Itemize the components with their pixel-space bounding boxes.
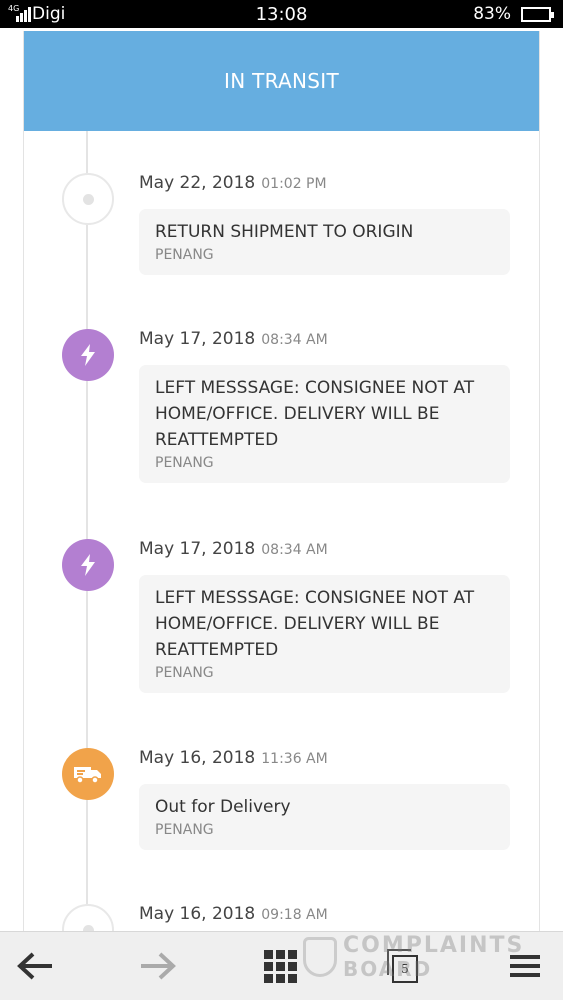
dot-icon: [62, 173, 114, 225]
back-arrow-icon[interactable]: [5, 942, 65, 990]
tabs-button[interactable]: 5: [374, 942, 434, 990]
tab-count: 5: [401, 962, 409, 976]
grid-icon[interactable]: [250, 942, 310, 990]
status-bar: 4G Digi 13:08 83%: [0, 0, 563, 28]
event-time: 01:02 PM: [261, 176, 327, 192]
event-message: LEFT MESSSAGE: CONSIGNEE NOT AT HOME/OFF…: [155, 588, 475, 660]
event-time: 08:34 AM: [261, 542, 328, 558]
browser-toolbar: 5: [0, 931, 563, 1000]
event-date: May 17, 2018: [139, 329, 256, 349]
event-location: PENANG: [155, 247, 214, 263]
event-datetime: May 16, 2018 09:18 AM: [139, 904, 328, 924]
event-time: 11:36 AM: [261, 751, 328, 767]
event-datetime: May 17, 2018 08:34 AM: [139, 329, 328, 349]
status-title: IN TRANSIT: [224, 69, 339, 93]
event-location: PENANG: [155, 665, 214, 681]
delivery-truck-icon: [62, 748, 114, 800]
event-date: May 22, 2018: [139, 173, 256, 193]
event-details: Out for Delivery PENANG: [139, 784, 510, 850]
event-location: PENANG: [155, 822, 214, 838]
event-datetime: May 17, 2018 08:34 AM: [139, 539, 328, 559]
event-datetime: May 16, 2018 11:36 AM: [139, 748, 328, 768]
menu-icon[interactable]: [495, 942, 555, 990]
event-details: LEFT MESSSAGE: CONSIGNEE NOT AT HOME/OFF…: [139, 575, 510, 693]
battery-percent: 83%: [473, 4, 511, 24]
event-details: RETURN SHIPMENT TO ORIGIN PENANG: [139, 209, 510, 275]
event-time: 08:34 AM: [261, 332, 328, 348]
event-message: Out for Delivery: [155, 797, 291, 817]
lightning-icon: [62, 329, 114, 381]
tabs-icon: 5: [387, 949, 421, 983]
battery-icon: [521, 6, 554, 22]
forward-arrow-icon[interactable]: [128, 942, 188, 990]
event-datetime: May 22, 2018 01:02 PM: [139, 173, 327, 193]
event-location: PENANG: [155, 455, 214, 471]
event-time: 09:18 AM: [261, 907, 328, 923]
status-header: IN TRANSIT: [24, 31, 539, 131]
event-details: LEFT MESSSAGE: CONSIGNEE NOT AT HOME/OFF…: [139, 365, 510, 483]
lightning-icon: [62, 539, 114, 591]
event-message: RETURN SHIPMENT TO ORIGIN: [155, 222, 414, 242]
tracking-card: IN TRANSIT May 22, 2018 01:02 PM RETURN S…: [23, 31, 540, 951]
event-message: LEFT MESSSAGE: CONSIGNEE NOT AT HOME/OFF…: [155, 378, 475, 450]
event-date: May 16, 2018: [139, 904, 256, 924]
battery-status: 83%: [473, 4, 554, 24]
event-date: May 17, 2018: [139, 539, 256, 559]
event-date: May 16, 2018: [139, 748, 256, 768]
